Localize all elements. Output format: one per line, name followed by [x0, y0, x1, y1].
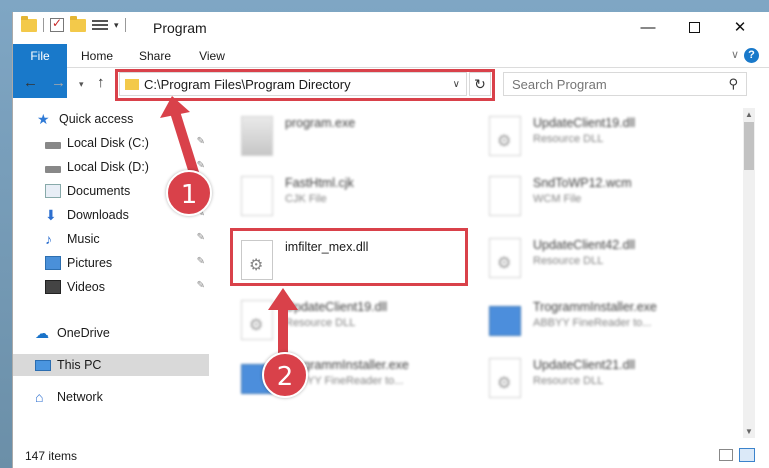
step-2-badge: 2 [262, 352, 308, 398]
arrow-1-head [160, 96, 190, 118]
callout-arrows [160, 96, 298, 356]
step-1-badge: 1 [166, 170, 212, 216]
arrow-1 [170, 110, 200, 178]
arrow-2-head [268, 288, 298, 310]
